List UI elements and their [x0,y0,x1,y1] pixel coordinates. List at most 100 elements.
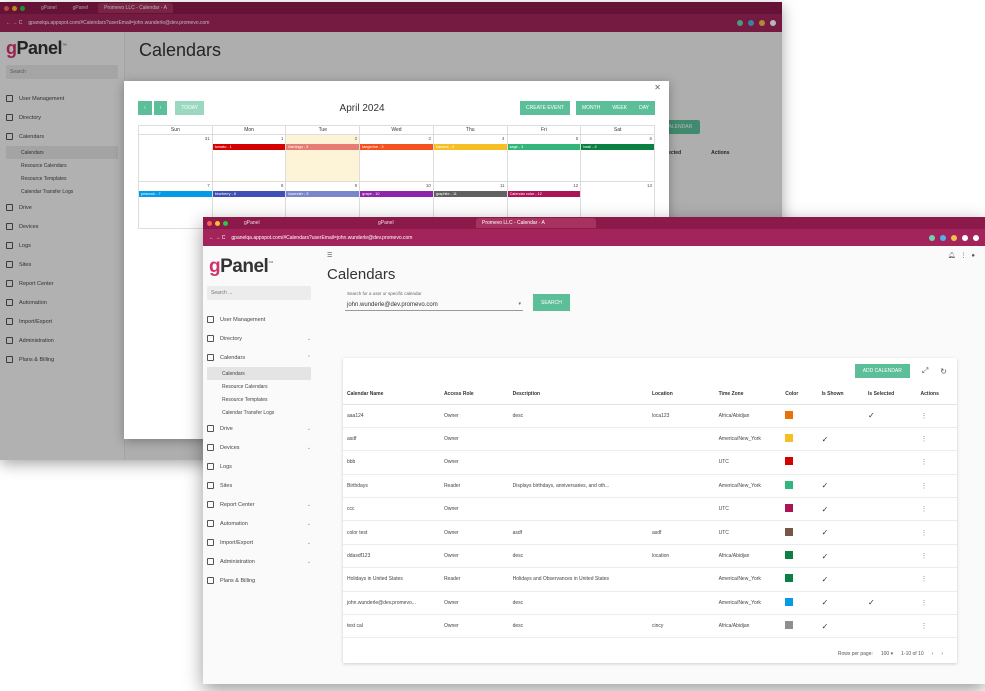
table-row[interactable]: bbb Owner UTC ⋮ [343,450,957,475]
calendar-day-cell[interactable]: 6 basil - 4 [581,135,655,182]
calendar-search-field[interactable]: Search for a user or specific calendar j… [345,291,523,311]
sidebar-sub-transfer-logs[interactable]: Calendar Transfer Logs [207,406,311,419]
calendar-day-cell[interactable]: 2 flamingo - 3 [286,135,361,182]
calendar-event-chip[interactable]: blueberry - 8 [212,191,286,197]
column-header[interactable]: Is Selected [864,384,917,405]
add-calendar-button[interactable]: ADD CALENDAR [854,364,910,378]
table-row[interactable]: asdf Owner America/New_York ✓ ⋮ [343,427,957,452]
search-button[interactable]: SEARCH [533,294,570,311]
front-tab-1[interactable]: gPanel [238,218,368,228]
table-row[interactable]: test cal Owner desc cincy Africa/Abidjan ✓ ⋮ [343,614,957,639]
calendar-day-cell[interactable]: 4 banana - 3 [433,135,508,182]
more-vert-icon[interactable]: ⋮ [921,413,928,420]
dropdown-caret-icon[interactable]: ▾ [518,301,521,307]
sidebar-sub-calendars[interactable]: Calendars [207,367,311,380]
create-event-button[interactable]: CREATE EVENT [520,101,570,115]
more-vert-icon[interactable]: ⋮ [921,436,928,443]
calendar-event-chip[interactable]: lavender - 9 [286,191,360,197]
column-header[interactable]: Color [781,384,818,405]
calendar-day-cell[interactable]: 3 tangerine - 3 [360,135,434,182]
column-header[interactable]: Location [647,384,715,405]
table-row[interactable]: ccc Owner UTC ✓ ⋮ [343,497,957,522]
top-right-icons: 🔔︎ ⋮ ● [948,252,975,259]
calendar-day-cell[interactable]: 5 sage - 3 [507,135,582,182]
month-view-button[interactable]: MONTH [576,101,607,115]
calendar-event-chip[interactable]: graphite - 11 [433,191,507,197]
table-row[interactable]: john.wunderle@dev.promevo... Owner desc Ame… [343,591,957,616]
calendar-event-chip[interactable]: sage - 3 [507,144,581,150]
table-row[interactable]: ddasdf123 Owner desc location Africa/Abidjan… [343,544,957,569]
sidebar-item-import-export[interactable]: Import/Export ⌄ [207,533,311,552]
sidebar-sub-resource-calendars[interactable]: Resource Calendars [207,380,311,393]
avatar[interactable]: ● [971,253,975,259]
expand-icon[interactable]: ⤢ [922,366,928,376]
week-view-button[interactable]: WEEK [606,101,634,115]
sidebar-sub-resource-templates[interactable]: Resource Templates [207,393,311,406]
sidebar-item-user-management[interactable]: User Management [207,310,311,329]
calendar-event-chip[interactable]: grape - 10 [360,191,433,197]
front-tab-3[interactable]: Promevo LLC - Calendar - A [476,218,596,228]
time-zone-cell: America/New_York [714,567,782,592]
table-row[interactable]: color test Owner asdf asdf UTC ✓ ⋮ [343,520,957,545]
sidebar-item-plans-billing[interactable]: Plans & Billing [207,571,311,590]
column-header[interactable]: Access Role [439,384,509,405]
prev-month-button[interactable]: ‹ [138,101,152,115]
calendar-day-cell[interactable]: 7 peacock - 7 [139,182,213,229]
refresh-icon[interactable]: ↻ [940,367,947,376]
calendar-event-chip[interactable]: peacock - 7 [139,191,212,197]
more-vert-icon[interactable]: ⋮ [921,553,928,560]
menu-icon[interactable]: ☰ [327,252,332,259]
sidebar-item-report-center[interactable]: Report Center ⌄ [207,495,311,514]
more-vert-icon[interactable]: ⋮ [921,600,928,607]
front-nav-arrows-icon[interactable]: ← → C [209,235,225,241]
table-row[interactable]: Birthdays Reader Displays birthdays, anniv… [343,474,957,499]
calendar-event-chip[interactable]: Calendar color - 12 [507,191,581,197]
front-url[interactable]: gpanelqa.appspot.com/#Calendars?userEmai… [231,235,923,241]
calendar-day-cell[interactable]: 31 [139,135,213,182]
more-vert-icon[interactable]: ⋮ [921,576,928,583]
prev-page-icon[interactable]: ‹ [932,651,934,657]
today-button[interactable]: TODAY [175,101,205,115]
sidebar-item-sites[interactable]: Sites [207,476,311,495]
column-header[interactable]: Actions [916,384,957,405]
more-vert-icon[interactable]: ⋮ [921,483,928,490]
next-page-icon[interactable]: › [941,651,943,657]
column-header[interactable]: Is Shown [817,384,865,405]
rows-per-page-select[interactable]: 100 ▾ [881,651,893,657]
sidebar-item-administration[interactable]: Administration ⌄ [207,552,311,571]
calendar-event-chip[interactable]: tomato - 1 [212,144,286,150]
calendar-event-chip[interactable]: basil - 4 [581,144,654,150]
front-tab-2[interactable]: gPanel [372,218,472,228]
actions-cell: ⋮ [916,474,957,499]
more-vert-icon[interactable]: ⋮ [921,459,928,466]
table-row[interactable]: aaa124 Owner desc loca123 Africa/Abidjan ✓ ⋮ [343,404,957,428]
column-header[interactable]: Description [508,384,648,405]
sidebar-search-input[interactable]: Search ... [207,286,311,300]
sidebar-item-calendars[interactable]: Calendars ⌃ [207,348,311,367]
sidebar-item-drive[interactable]: Drive ⌄ [207,419,311,438]
more-vert-icon[interactable]: ⋮ [921,530,928,537]
sidebar-item-automation[interactable]: Automation ⌄ [207,514,311,533]
day-view-button[interactable]: DAY [633,101,655,115]
bell-icon[interactable]: 🔔︎ [948,253,956,259]
search-value[interactable]: john.wunderle@dev.promevo.com [347,302,438,308]
more-vert-icon[interactable]: ⋮ [921,506,928,513]
day-number: 4 [502,136,505,141]
close-icon[interactable]: ✕ [654,83,661,92]
calendar-event-chip[interactable]: banana - 3 [433,144,507,150]
table-row[interactable]: Holidays in United States Reader Holidays … [343,567,957,592]
calendar-event-chip[interactable]: tangerine - 3 [360,144,433,150]
column-header[interactable]: Time Zone [714,384,782,405]
next-month-button[interactable]: › [153,101,168,115]
sidebar-item-directory[interactable]: Directory ⌄ [207,329,311,348]
front-address-bar[interactable]: ← → C gpanelqa.appspot.com/#Calendars?us… [203,229,985,246]
calendar-event-chip[interactable]: flamingo - 3 [286,144,360,150]
calendar-day-cell[interactable]: 1 tomato - 1 [212,135,287,182]
more-vert-icon[interactable]: ⋮ [960,253,966,259]
column-header[interactable]: Calendar Name [343,384,440,405]
more-vert-icon[interactable]: ⋮ [921,623,928,630]
sidebar-item-devices[interactable]: Devices ⌄ [207,438,311,457]
is-shown-cell [817,404,865,428]
sidebar-item-logs[interactable]: Logs [207,457,311,476]
time-zone-cell: America/New_York [714,474,782,499]
